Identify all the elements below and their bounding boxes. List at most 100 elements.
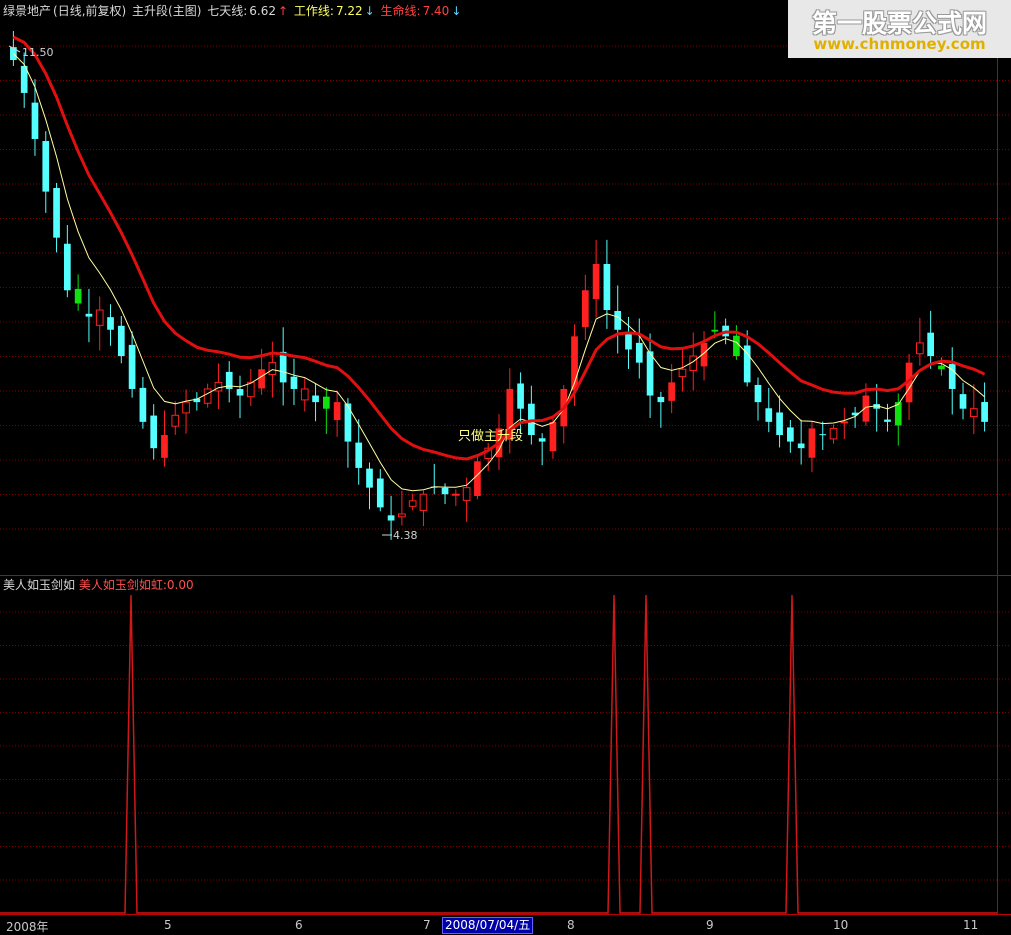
candle-body bbox=[441, 487, 449, 495]
candle-body bbox=[387, 515, 395, 521]
candle-body bbox=[797, 443, 805, 449]
candle-body bbox=[117, 325, 125, 357]
candle-body bbox=[95, 309, 104, 326]
candle-body bbox=[182, 401, 190, 414]
sub-indicator-lines bbox=[0, 594, 997, 914]
candle-body bbox=[171, 414, 180, 427]
x-tick-label: 8 bbox=[567, 918, 575, 932]
x-tick-label: 7 bbox=[423, 918, 431, 932]
sub-chart-header: 美人如玉剑如 美人如玉剑如虹:0.00 bbox=[3, 577, 194, 593]
candle-body bbox=[549, 421, 557, 452]
watermark-url: www.chnmoney.com bbox=[813, 35, 986, 53]
line2-value: 7.22 bbox=[335, 4, 363, 18]
candle-body bbox=[668, 382, 676, 401]
line1-value: 6.62 bbox=[249, 4, 276, 18]
candle-body bbox=[203, 388, 212, 404]
candlestick-series bbox=[10, 30, 988, 540]
candle-body bbox=[969, 408, 978, 418]
candle-body bbox=[258, 369, 265, 389]
candle-body bbox=[398, 513, 406, 518]
x-tick-label: 9 bbox=[706, 918, 714, 932]
candle-body bbox=[840, 421, 849, 424]
sub-indicator-name: 美人如玉剑如 bbox=[3, 578, 76, 592]
signal-annotation: 只做主升段 bbox=[458, 429, 523, 444]
candle-body bbox=[787, 427, 794, 442]
period-info: (日线,前复权) bbox=[53, 4, 127, 18]
candle-body bbox=[312, 395, 319, 403]
line2-label: 工作线: bbox=[293, 4, 334, 18]
candle-body bbox=[419, 493, 428, 511]
candle-body bbox=[290, 376, 298, 389]
candle-body bbox=[408, 500, 417, 507]
sub-grid bbox=[0, 0, 1011, 915]
x-tick-label: 2008年 bbox=[6, 920, 49, 934]
candle-body bbox=[139, 387, 147, 422]
arrow-down-icon: ↓ bbox=[451, 4, 462, 18]
chart-canvas: 11.50 4.38 只做主升段 bbox=[0, 0, 1011, 915]
candle-body bbox=[150, 415, 158, 449]
watermark-logo: 第一股票公式网 www.chnmoney.com bbox=[788, 0, 1011, 58]
candle-body bbox=[916, 342, 924, 355]
x-tick-label: 6 bbox=[295, 918, 303, 932]
candle-body bbox=[64, 243, 71, 291]
x-tick-label: 10 bbox=[833, 918, 849, 932]
candle-body bbox=[711, 329, 719, 332]
candle-body bbox=[733, 335, 740, 357]
candle-body bbox=[862, 395, 870, 422]
candle-body bbox=[808, 428, 816, 458]
main-grid bbox=[0, 45, 1011, 576]
chart-annotations: 11.50 4.38 只做主升段 bbox=[8, 45, 523, 542]
candle-body bbox=[279, 351, 287, 383]
cursor-date-box[interactable]: 2008/07/04/五 bbox=[442, 917, 534, 934]
candle-body bbox=[819, 434, 827, 436]
line3-label: 生命线: bbox=[380, 4, 421, 18]
candle-body bbox=[42, 141, 50, 192]
sub-signal-line bbox=[0, 594, 997, 914]
candle-body bbox=[678, 368, 687, 378]
x-tick-label: 5 bbox=[164, 918, 172, 932]
candle-body bbox=[161, 435, 168, 458]
low-price-label: 4.38 bbox=[393, 529, 418, 542]
candle-body bbox=[959, 394, 967, 409]
candle-body bbox=[85, 313, 93, 317]
candle-body bbox=[31, 102, 39, 139]
candle-body bbox=[376, 478, 384, 508]
indicator-name: 主升段(主图) bbox=[132, 4, 202, 18]
line3-value: 7.40 bbox=[422, 4, 450, 18]
candle-body bbox=[646, 351, 654, 396]
candle-body bbox=[462, 487, 471, 501]
candle-body bbox=[829, 427, 838, 440]
candle-body bbox=[214, 381, 223, 392]
sub-line-value: 0.00 bbox=[166, 578, 194, 592]
high-price-label: 11.50 bbox=[22, 46, 54, 59]
line1-label: 七天线: bbox=[207, 4, 248, 18]
candle-body bbox=[592, 263, 600, 300]
candle-body bbox=[884, 419, 891, 422]
candle-body bbox=[981, 402, 988, 422]
candle-body bbox=[581, 290, 589, 327]
candle-body bbox=[614, 310, 622, 330]
candle-body bbox=[322, 396, 330, 409]
candle-body bbox=[927, 332, 934, 357]
ma-life-line bbox=[12, 35, 986, 461]
candle-body bbox=[128, 344, 136, 389]
candle-body bbox=[355, 442, 363, 468]
candle-body bbox=[300, 388, 309, 401]
candle-body bbox=[517, 383, 524, 409]
main-chart-header: 绿景地产 (日线,前复权) 主升段(主图) 七天线: 6.62 ↑ 工作线: 7.22 ↓… bbox=[3, 3, 463, 19]
x-tick-label: 11 bbox=[963, 918, 979, 932]
candle-body bbox=[74, 288, 82, 304]
stock-name: 绿景地产 bbox=[3, 4, 52, 18]
candle-body bbox=[53, 187, 60, 238]
candle-body bbox=[635, 342, 643, 363]
candle-body bbox=[938, 365, 945, 370]
candle-body bbox=[474, 461, 481, 497]
candle-body bbox=[107, 317, 114, 330]
candle-body bbox=[754, 384, 762, 403]
candle-body bbox=[538, 438, 546, 442]
candle-body bbox=[603, 264, 611, 311]
arrow-up-icon: ↑ bbox=[278, 4, 289, 18]
candle-body bbox=[657, 396, 665, 403]
candle-body bbox=[236, 389, 244, 396]
candle-body bbox=[366, 468, 373, 488]
